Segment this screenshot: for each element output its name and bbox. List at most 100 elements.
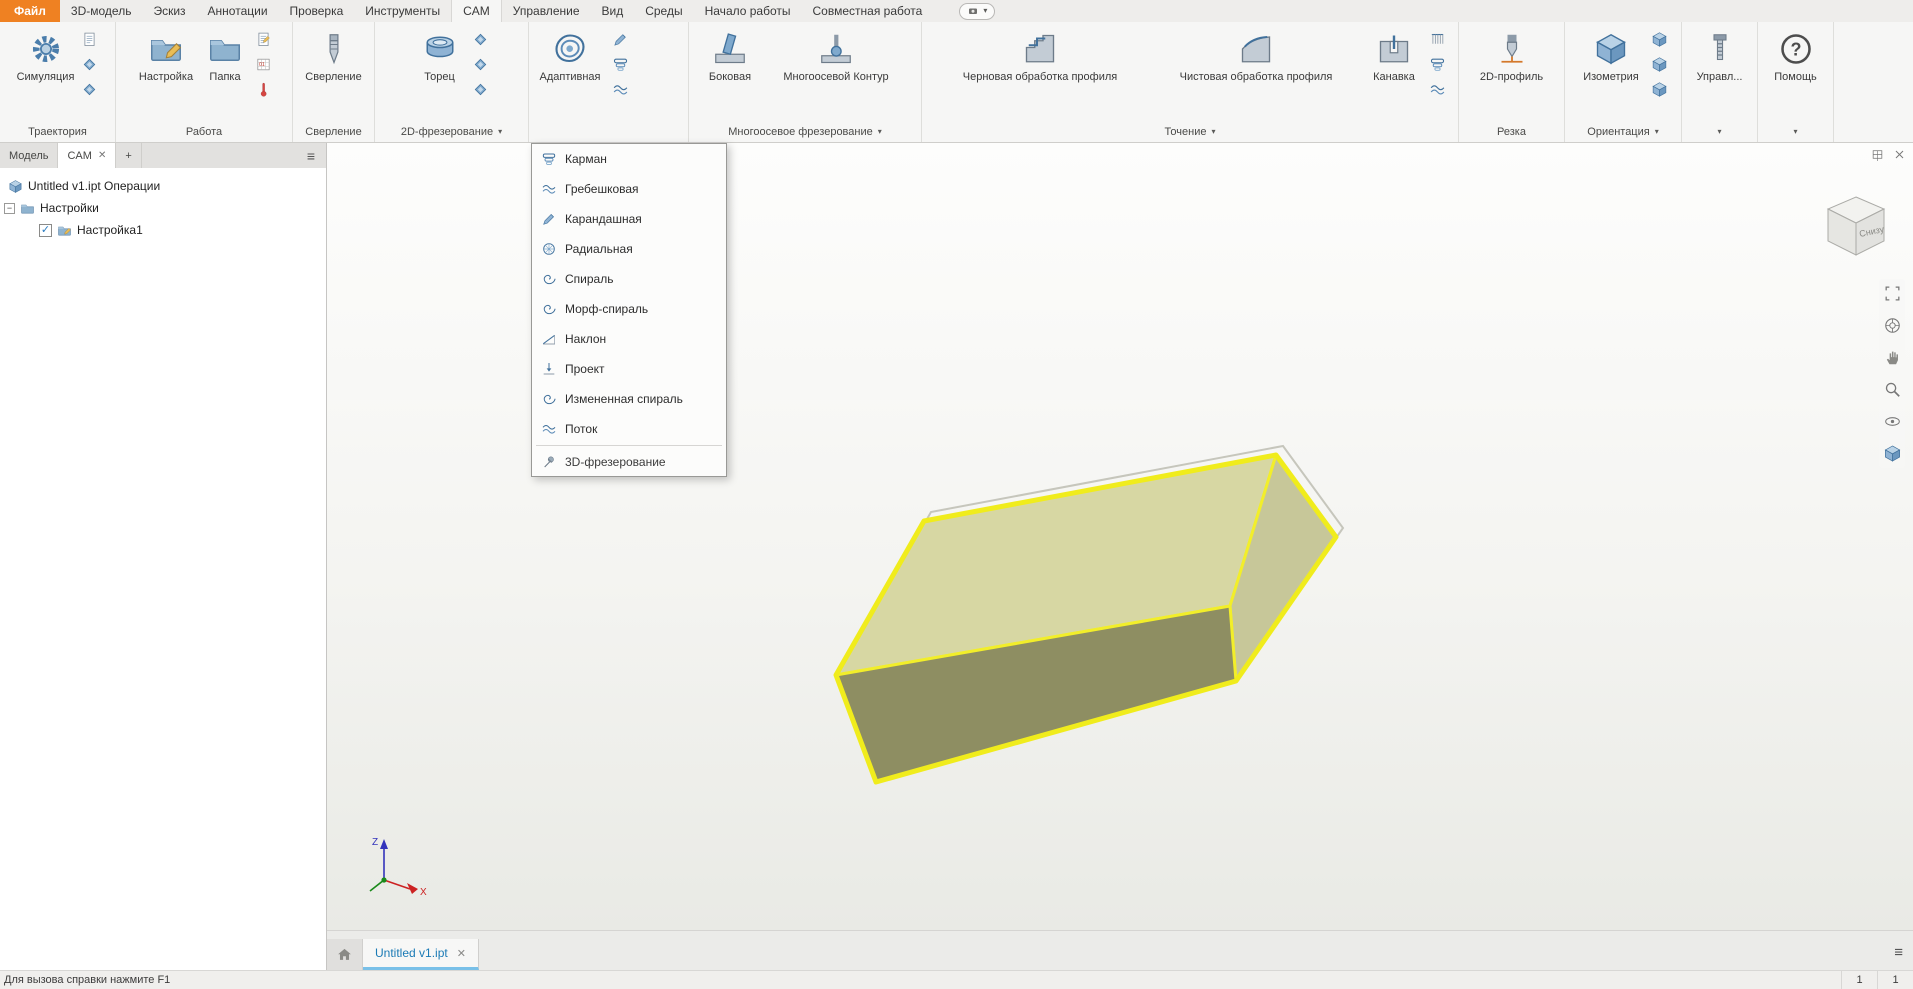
view-side-button[interactable] [1648, 78, 1670, 100]
steering-wheel-icon[interactable] [1883, 316, 1902, 335]
zoom-fit-icon[interactable] [1883, 284, 1902, 303]
3d-milling-flyout-menu: Карман Гребешковая Карандашная Радиальна… [531, 143, 727, 477]
menu-item-pencil[interactable]: Карандашная [532, 204, 726, 234]
menu-item-ramp[interactable]: Наклон [532, 324, 726, 354]
panel-label-3d-milling[interactable]: 3D-фрезерование [532, 447, 726, 476]
menu-item-spiral[interactable]: Спираль [532, 264, 726, 294]
tree-setup1-node[interactable]: ✓ Настройка1 [0, 219, 326, 241]
pencil-milling-button[interactable] [609, 28, 631, 50]
look-at-icon[interactable] [1883, 412, 1902, 431]
menu-tab-get-started[interactable]: Начало работы [694, 0, 802, 22]
panel-label-2d-milling[interactable]: 2D-фрезерование ▾ [375, 121, 528, 142]
view-cube[interactable]: Снизу [1816, 189, 1896, 269]
menu-tab-3d-model[interactable]: 3D-модель [60, 0, 143, 22]
menu-tab-collaborate[interactable]: Совместная работа [802, 0, 934, 22]
browser-tab-add[interactable]: + [116, 143, 142, 168]
tree-settings-node[interactable]: − Настройки [0, 197, 326, 219]
collapse-icon[interactable]: − [4, 202, 15, 214]
adaptive-button[interactable]: Адаптивная [532, 28, 608, 85]
menu-tab-environments[interactable]: Среды [634, 0, 693, 22]
document-tab-menu-button[interactable]: ≡ [1894, 945, 1903, 960]
close-icon[interactable]: ✕ [98, 150, 106, 161]
chevron-down-icon: ▾ [498, 126, 503, 136]
pencil-icon [612, 31, 629, 48]
menu-item-radial[interactable]: Радиальная [532, 234, 726, 264]
screen-capture-button[interactable]: ▾ [959, 2, 996, 20]
panel-label-multiaxis[interactable]: Многоосевое фрезерование ▾ [689, 121, 921, 142]
close-viewport-icon[interactable] [1893, 148, 1906, 161]
swarf-button[interactable]: Боковая [699, 28, 761, 85]
panel-label-orientation[interactable]: Ориентация ▾ [1565, 121, 1681, 142]
folder-button[interactable]: Папка [199, 28, 251, 85]
panel-job: Настройка Папка Работа [116, 22, 293, 142]
isometric-button[interactable]: Изометрия [1575, 28, 1647, 85]
panel-orientation: Изометрия Ориентация ▾ [1565, 22, 1682, 142]
browser-menu-button[interactable]: ≡ [296, 143, 326, 168]
menu-item-modified-spiral[interactable]: Измененная спираль [532, 384, 726, 414]
panel-label-manage[interactable]: ▾ [1682, 121, 1757, 142]
groove-button[interactable]: Канавка [1363, 28, 1425, 85]
view-top-button[interactable] [1648, 28, 1670, 50]
camera-icon [967, 5, 979, 17]
split-view-icon[interactable] [1871, 148, 1884, 161]
browser-tab-cam[interactable]: CAM ✕ [58, 143, 117, 168]
help-button[interactable]: Помощь [1765, 28, 1827, 85]
document-tab-active[interactable]: Untitled v1.ipt ✕ [363, 939, 479, 970]
simulate-button[interactable]: Симуляция [14, 28, 78, 85]
panel-cutting: 2D-профиль Резка [1459, 22, 1565, 142]
pattern-button[interactable] [252, 28, 274, 50]
panel-label-trajectory: Траектория [28, 125, 87, 138]
menu-tab-cam[interactable]: CAM [451, 0, 502, 22]
turning-finish-button[interactable]: Чистовая обработка профиля [1149, 28, 1363, 85]
orbit-cube-icon[interactable] [1883, 444, 1902, 463]
panel-label-turning[interactable]: Точение ▾ [922, 121, 1458, 142]
manual-nc-button[interactable] [252, 78, 274, 100]
turning-rough-button[interactable]: Черновая обработка профиля [931, 28, 1149, 85]
zoom-icon[interactable] [1883, 380, 1902, 399]
toolpath-report-button[interactable] [79, 28, 101, 50]
file-menu-button[interactable]: Файл [0, 0, 60, 22]
face-button[interactable]: Торец [411, 28, 469, 85]
menu-tab-inspect[interactable]: Проверка [279, 0, 355, 22]
profile-2d-button[interactable]: 2D-профиль [1469, 28, 1555, 85]
multiaxis-contour-button[interactable]: Многоосевой Контур [761, 28, 911, 85]
2d-pocket-button[interactable] [470, 28, 492, 50]
turning-part-button[interactable] [1426, 53, 1448, 75]
view-front-button[interactable] [1648, 53, 1670, 75]
menu-item-flow[interactable]: Поток [532, 414, 726, 444]
tree-root-node[interactable]: Untitled v1.ipt Операции [0, 175, 326, 197]
setup-button[interactable]: Настройка [133, 28, 199, 85]
panel-label-3d-milling-collapsed[interactable] [529, 121, 688, 142]
operations-icon [8, 179, 23, 194]
manage-button[interactable]: Управл... [1688, 28, 1752, 85]
parallel-milling-button[interactable] [609, 78, 631, 100]
nc-program-button[interactable] [252, 53, 274, 75]
2d-contour-button[interactable] [470, 53, 492, 75]
horizontal-milling-button[interactable] [609, 53, 631, 75]
close-icon[interactable]: ✕ [457, 947, 466, 960]
menu-tab-manage[interactable]: Управление [502, 0, 591, 22]
home-tab-button[interactable] [327, 939, 363, 970]
menu-item-pocket[interactable]: Карман [532, 144, 726, 174]
application-window: Файл 3D-модель Эскиз Аннотации Проверка … [0, 0, 1913, 989]
menu-item-morphed-spiral[interactable]: Морф-спираль [532, 294, 726, 324]
browser-tab-model[interactable]: Модель [0, 143, 59, 168]
panel-drilling: Сверление Сверление [293, 22, 375, 142]
turning-secondary-button[interactable] [1426, 78, 1448, 100]
scallop-icon [541, 181, 557, 197]
probe-button[interactable] [79, 53, 101, 75]
menu-tab-sketch[interactable]: Эскиз [142, 0, 196, 22]
panel-trajectory: Симуляция Траектория [0, 22, 116, 142]
menu-tab-tools[interactable]: Инструменты [354, 0, 451, 22]
2d-adaptive-button[interactable] [470, 78, 492, 100]
panel-label-help[interactable]: ▾ [1758, 121, 1833, 142]
menu-tab-view[interactable]: Вид [591, 0, 635, 22]
menu-item-project[interactable]: Проект [532, 354, 726, 384]
menu-tab-annotations[interactable]: Аннотации [197, 0, 279, 22]
turning-thread-button[interactable] [1426, 28, 1448, 50]
menu-item-scallop[interactable]: Гребешковая [532, 174, 726, 204]
pan-icon[interactable] [1883, 348, 1902, 367]
probe-geometry-button[interactable] [79, 78, 101, 100]
setup1-checkbox[interactable]: ✓ [39, 223, 52, 237]
drill-button[interactable]: Сверление [299, 28, 369, 85]
